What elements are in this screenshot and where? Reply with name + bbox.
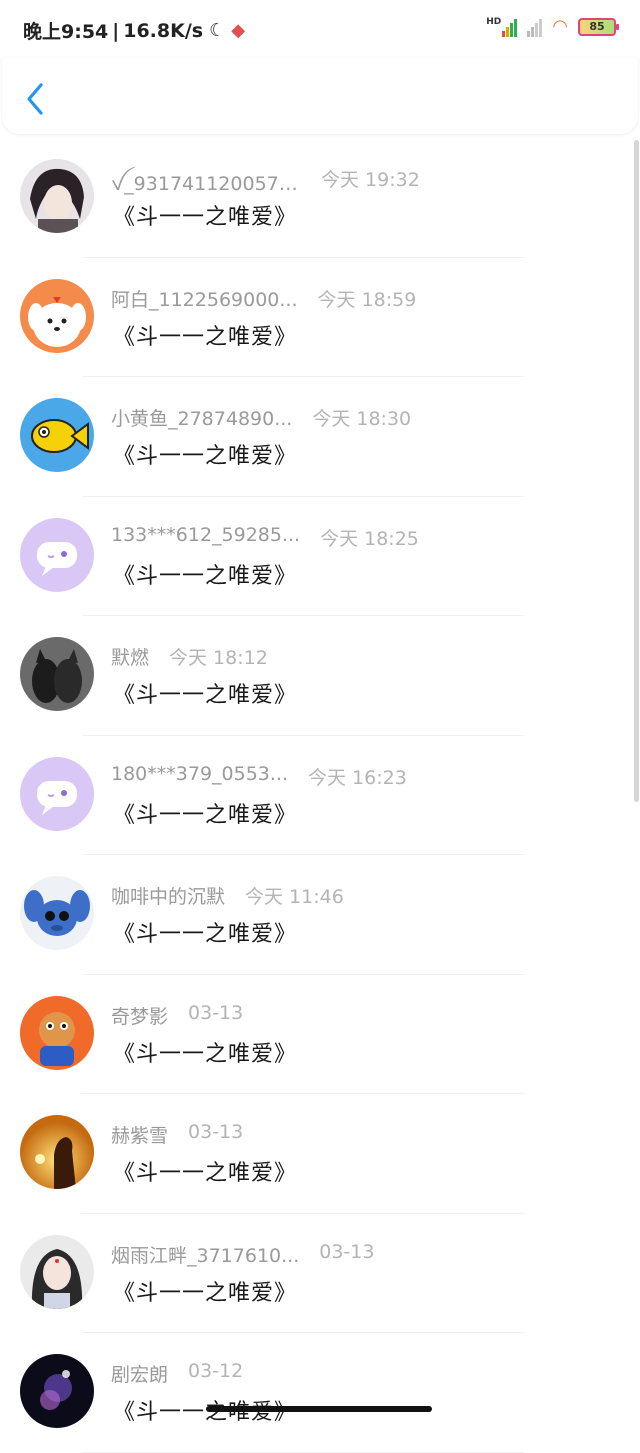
list-item[interactable]: 小黄鱼_27874890... 今天 18:30 《斗一一之唯爱》 [0,377,634,497]
sender-name[interactable]: 阿白_1122569000... [111,285,298,312]
status-bar: 晚上9:54 | 16.8K/s ☾ ◆ HD ◠ 85 [0,0,640,58]
avatar[interactable] [20,398,94,472]
message-time: 今天 16:23 [308,766,407,789]
list-item[interactable]: 赫紫雪 03-13 《斗一一之唯爱》 [0,1094,634,1214]
network-speed: 16.8K/s [123,19,204,42]
sender-name[interactable]: 小黄鱼_27874890... [111,404,292,431]
item-meta: 赫紫雪 03-13 [111,1121,243,1148]
avatar[interactable] [20,995,94,1070]
sender-name[interactable]: 剧宏朗 [111,1360,168,1387]
sender-name[interactable]: 奇梦影 [111,1002,168,1029]
status-left: 晚上9:54 | 16.8K/s ☾ ◆ [23,17,245,44]
status-right: HD ◠ 85 [486,16,619,37]
avatar[interactable] [20,756,94,831]
list-item[interactable]: 奇梦影 03-13 《斗一一之唯爱》 [0,975,634,1094]
message-text: 《斗一一之唯爱》 [113,563,298,589]
sender-name[interactable]: 默燃 [111,643,149,670]
battery-level: 85 [589,20,605,33]
message-time: 今天 18:30 [312,408,412,430]
clock: 晚上9:54 [23,21,109,43]
message-time: 03-13 [188,1121,244,1143]
item-meta: 180***379_0553... 今天 16:23 [111,763,407,790]
message-time: 今天 18:59 [317,288,417,311]
item-meta: 默燃 今天 18:12 [111,643,268,670]
avatar[interactable] [20,1234,94,1309]
avatar[interactable] [20,876,94,950]
list-item[interactable]: 默燃 今天 18:12 《斗一一之唯爱》 [0,616,634,736]
divider [82,1451,524,1453]
item-meta: 咖啡中的沉默 今天 11:46 [111,882,344,909]
sender-name[interactable]: 180***379_0553... [111,763,288,790]
message-text: 《斗一一之唯爱》 [113,1041,298,1067]
sender-name[interactable]: 咖啡中的沉默 [111,882,225,909]
item-meta: 奇梦影 03-13 [111,1002,243,1029]
item-meta: 小黄鱼_27874890... 今天 18:30 [111,404,411,431]
avatar[interactable] [20,278,94,353]
message-text: 《斗一一之唯爱》 [113,324,298,350]
sender-name[interactable]: 赫紫雪 [111,1121,168,1148]
battery-icon: 85 [578,17,619,36]
scrollbar[interactable] [634,140,639,802]
back-button[interactable] [24,82,46,116]
item-meta: 阿白_1122569000... 今天 18:59 [111,285,416,312]
list-item[interactable]: 咖啡中的沉默 今天 11:46 《斗一一之唯爱》 [0,855,634,975]
avatar[interactable] [20,1354,94,1428]
home-indicator[interactable] [206,1406,432,1412]
avatar[interactable] [20,637,94,711]
list-item[interactable]: 180***379_0553... 今天 16:23 《斗一一之唯爱》 [0,736,634,855]
avatar[interactable] [20,1115,94,1189]
message-time: 今天 18:12 [169,647,268,669]
avatar[interactable] [20,159,94,233]
message-time: 03-13 [188,1001,244,1024]
message-text: 《斗一一之唯爱》 [113,922,298,947]
message-text: 《斗一一之唯爱》 [113,444,298,469]
list-item[interactable]: 烟雨江畔_3717610... 03-13 《斗一一之唯爱》 [0,1214,634,1333]
sender-name[interactable]: 烟雨江畔_3717610... [111,1241,299,1268]
avatar[interactable] [20,517,94,592]
header [2,58,638,134]
signal-2-icon [527,17,543,37]
list-item[interactable]: 133***612_59285... 今天 18:25 《斗一一之唯爱》 [0,497,634,616]
message-time: 今天 19:32 [321,169,420,191]
message-time: 03-12 [188,1360,244,1382]
message-text: 《斗一一之唯爱》 [113,1161,298,1186]
moon-icon: ☾ [209,20,226,41]
item-meta: 剧宏朗 03-12 [111,1360,243,1387]
message-list: ꪜ_9317411200575... 今天 19:32 《斗一一之唯爱》 阿白_112… [0,138,634,1453]
sender-name[interactable]: 133***612_59285... [111,524,300,551]
message-time: 今天 11:46 [245,886,344,908]
list-item[interactable]: 剧宏朗 03-12 《斗一一之唯爱》 [0,1333,634,1453]
message-text: 《斗一一之唯爱》 [113,1280,298,1306]
signal-icon: HD [486,17,518,37]
list-item[interactable]: ꪜ_9317411200575... 今天 19:32 《斗一一之唯爱》 [0,138,634,258]
message-time: 03-13 [319,1240,375,1263]
message-text: 《斗一一之唯爱》 [113,205,298,230]
message-text: 《斗一一之唯爱》 [113,802,298,828]
list-item[interactable]: 阿白_1122569000... 今天 18:59 《斗一一之唯爱》 [0,258,634,377]
message-text: 《斗一一之唯爱》 [113,683,298,708]
notification-icon: ◆ [231,20,246,41]
wifi-icon: ◠ [552,16,568,37]
chevron-left-icon [27,83,43,115]
item-meta: 烟雨江畔_3717610... 03-13 [111,1241,374,1268]
item-meta: 133***612_59285... 今天 18:25 [111,524,419,551]
message-time: 今天 18:25 [320,527,419,550]
